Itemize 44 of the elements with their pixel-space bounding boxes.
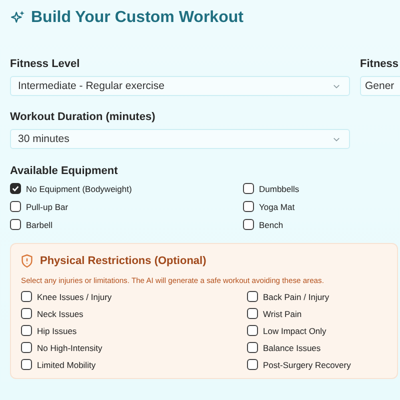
checkbox-label: Low Impact Only	[263, 326, 326, 336]
checkbox[interactable]	[243, 219, 254, 230]
checkbox-label: Pull-up Bar	[26, 202, 68, 212]
checkbox-label: Post-Surgery Recovery	[263, 360, 351, 370]
checkbox-label: Hip Issues	[37, 326, 77, 336]
checkbox-label: No High-Intensity	[37, 342, 102, 352]
form-title: Build Your Custom Workout	[31, 9, 244, 27]
field-label: Fitness Level	[10, 58, 81, 70]
checkbox[interactable]	[21, 308, 32, 319]
checkbox-label: Back Pain / Injury	[263, 292, 330, 302]
checkbox[interactable]	[10, 201, 21, 212]
checkbox[interactable]	[243, 201, 254, 212]
checkbox[interactable]	[247, 342, 258, 353]
checkbox[interactable]	[10, 219, 21, 230]
chevron-down-icon	[333, 136, 340, 142]
shield-icon	[21, 254, 33, 268]
checkbox[interactable]	[243, 183, 254, 194]
field-label: Workout Duration (minutes)	[10, 111, 156, 123]
checkbox[interactable]	[10, 183, 21, 194]
chevron-down-icon	[333, 84, 340, 88]
checkbox-label: Yoga Mat	[259, 202, 295, 212]
checkbox[interactable]	[247, 291, 258, 302]
panel-title: Physical Restrictions (Optional)	[40, 255, 206, 267]
checkbox[interactable]	[247, 359, 258, 370]
checkbox-label: Balance Issues	[263, 342, 321, 352]
checkbox[interactable]	[247, 308, 258, 319]
checkbox-label: Limited Mobility	[37, 360, 96, 370]
checkbox-label: Bench	[259, 220, 284, 230]
checkbox-label: Knee Issues / Injury	[37, 292, 112, 302]
checkbox[interactable]	[21, 342, 32, 353]
checkbox[interactable]	[21, 325, 32, 336]
checkbox[interactable]	[21, 291, 32, 302]
checkbox-label: Barbell	[26, 220, 52, 230]
select-dropdown[interactable]: Gener	[360, 76, 400, 96]
field-label: Fitness	[360, 58, 400, 70]
checkbox-label: Neck Issues	[37, 308, 84, 318]
checkbox-label: Dumbbells	[259, 184, 300, 194]
select-dropdown[interactable]: Intermediate - Regular exercise	[10, 76, 350, 96]
checkbox-label: Wrist Pain	[263, 308, 302, 318]
section-label: Available Equipment	[10, 165, 119, 177]
checkbox[interactable]	[247, 325, 258, 336]
select-dropdown[interactable]: 30 minutes	[10, 129, 350, 149]
checkbox-label: No Equipment (Bodyweight)	[26, 184, 132, 194]
checkbox[interactable]	[21, 359, 32, 370]
